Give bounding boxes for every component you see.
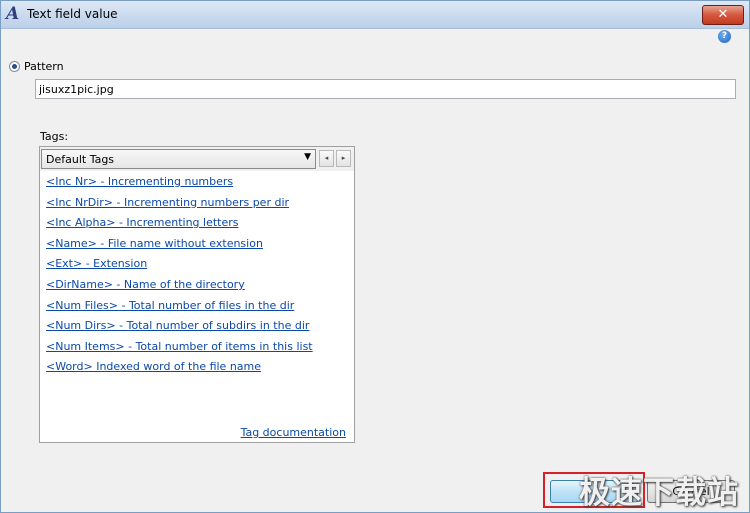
tag-link-ext[interactable]: <Ext> - Extension xyxy=(46,257,346,278)
arrow-left-icon: ◂ xyxy=(324,154,329,162)
tags-next-button[interactable]: ▸ xyxy=(336,150,351,167)
tag-link-num-items[interactable]: <Num Items> - Total number of items in t… xyxy=(46,340,346,361)
ok-button[interactable] xyxy=(550,480,638,503)
window-title: Text field value xyxy=(27,7,118,21)
tags-prev-button[interactable]: ◂ xyxy=(319,150,334,167)
tag-link-num-dirs[interactable]: <Num Dirs> - Total number of subdirs in … xyxy=(46,319,346,340)
tag-link-inc-nr[interactable]: <Inc Nr> - Incrementing numbers xyxy=(46,175,346,196)
tag-link-dirname[interactable]: <DirName> - Name of the directory xyxy=(46,278,346,299)
tags-dropdown-value: Default Tags xyxy=(46,153,115,166)
pattern-radio[interactable] xyxy=(9,61,20,72)
tag-list: <Inc Nr> - Incrementing numbers <Inc NrD… xyxy=(46,175,346,381)
pattern-input[interactable] xyxy=(35,79,736,99)
close-icon: ✕ xyxy=(717,7,729,22)
title-bar[interactable]: A Text field value ✕ xyxy=(1,1,749,29)
tags-header: Default Tags ▼ ◂ ▸ xyxy=(40,147,354,171)
arrow-right-icon: ▸ xyxy=(341,154,346,162)
tag-link-inc-alpha[interactable]: <Inc Alpha> - Incrementing letters xyxy=(46,216,346,237)
chevron-down-icon: ▼ xyxy=(304,152,311,162)
tag-link-name[interactable]: <Name> - File name without extension xyxy=(46,237,346,258)
text-script-icon: A xyxy=(6,4,20,24)
tag-documentation-link[interactable]: Tag documentation xyxy=(241,426,346,439)
pattern-label: Pattern xyxy=(24,60,64,73)
close-button[interactable]: ✕ xyxy=(702,5,744,25)
dialog-window: A Text field value ✕ ? Pattern Tags: Def… xyxy=(0,0,750,513)
tags-label: Tags: xyxy=(40,130,69,143)
tags-dropdown[interactable]: Default Tags ▼ xyxy=(41,149,316,169)
tag-link-num-files[interactable]: <Num Files> - Total number of files in t… xyxy=(46,299,346,320)
cancel-button[interactable]: Cancel xyxy=(647,480,735,503)
help-icon[interactable]: ? xyxy=(718,30,731,43)
tag-link-inc-nrdir[interactable]: <Inc NrDir> - Incrementing numbers per d… xyxy=(46,196,346,217)
radio-selected-dot xyxy=(12,64,17,69)
tag-link-word[interactable]: <Word> Indexed word of the file name xyxy=(46,360,346,381)
tags-panel: Default Tags ▼ ◂ ▸ <Inc Nr> - Incrementi… xyxy=(39,146,355,443)
